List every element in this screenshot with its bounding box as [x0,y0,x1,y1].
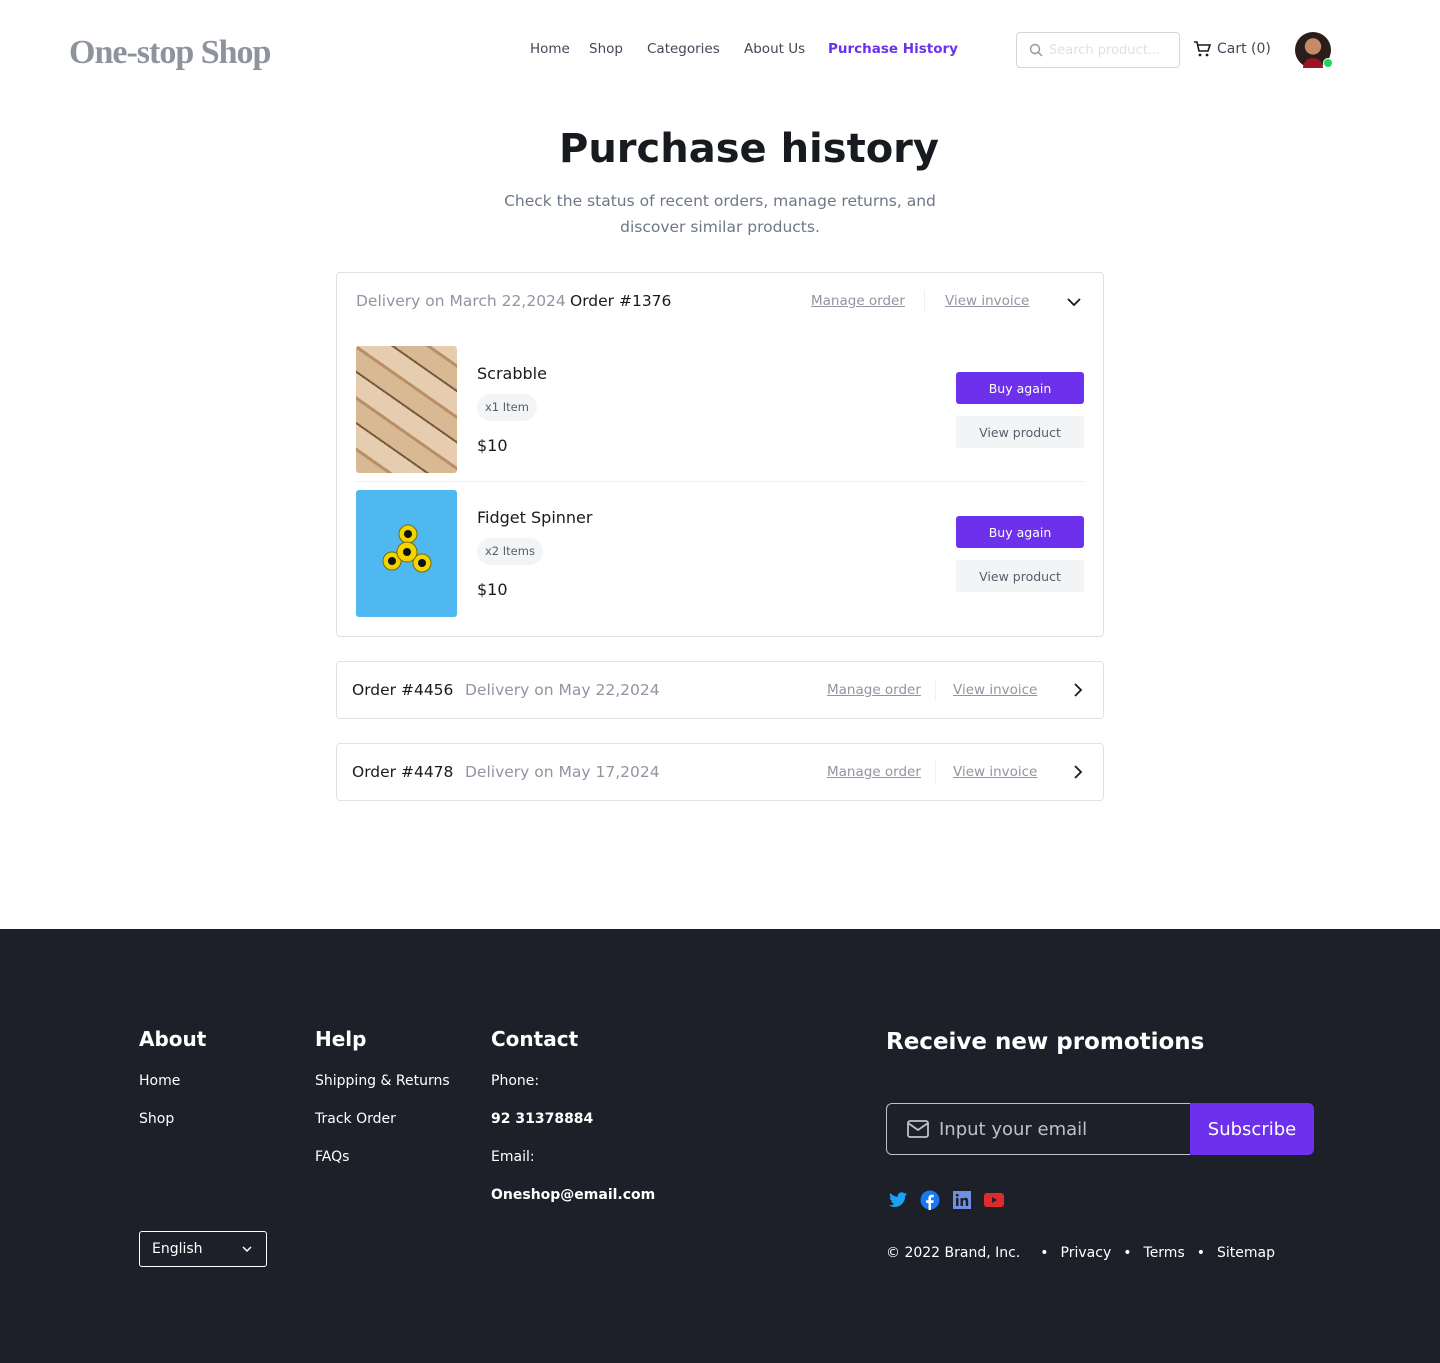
footer-contact-title: Contact [491,1027,579,1051]
language-value: English [152,1241,203,1257]
mail-icon [907,1120,929,1138]
twitter-icon[interactable] [888,1190,908,1210]
search-icon [1029,43,1043,57]
footer: About Home Shop Help Shipping & Returns … [0,929,1440,1363]
chevron-right-icon[interactable] [1069,763,1087,781]
chevron-right-icon[interactable] [1069,681,1087,699]
product-name[interactable]: Scrabble [477,364,547,383]
footer-link-shop[interactable]: Shop [139,1111,174,1127]
email-input[interactable]: Input your email [886,1103,1190,1155]
nav-about[interactable]: About Us [744,41,805,57]
chevron-down-icon [242,1246,252,1253]
divider [935,679,936,701]
manage-order-link[interactable]: Manage order [811,293,905,309]
cart-label: Cart (0) [1217,41,1271,57]
delivery-date: Delivery on May 17,2024 [465,763,660,781]
avatar[interactable] [1295,32,1333,68]
bullet: • [1040,1245,1049,1261]
quantity-badge: x2 Items [477,538,543,565]
promo-title: Receive new promotions [886,1029,1205,1055]
footer-link-shipping[interactable]: Shipping & Returns [315,1073,450,1089]
footer-link-faqs[interactable]: FAQs [315,1149,349,1165]
delivery-date: Delivery on March 22,2024 [356,292,566,310]
product-image-fidget-spinner[interactable] [356,490,457,617]
nav-purchase-history[interactable]: Purchase History [828,41,958,57]
linkedin-icon[interactable] [952,1190,972,1210]
order-card[interactable]: Order #4456 Delivery on May 22,2024 Mana… [336,661,1104,719]
footer-bottom: © 2022 Brand, Inc. • Privacy • Terms • S… [886,1245,1275,1261]
delivery-date: Delivery on May 22,2024 [465,681,660,699]
order-number: Order #1376 [570,292,672,310]
divider [924,290,925,312]
language-select[interactable]: English [139,1231,267,1267]
footer-link-track-order[interactable]: Track Order [315,1111,396,1127]
footer-link-privacy[interactable]: Privacy [1061,1245,1112,1261]
divider [935,761,936,783]
view-invoice-link[interactable]: View invoice [953,764,1037,780]
product-price: $10 [477,436,508,455]
subscribe-form: Input your email Subscribe [886,1103,1314,1155]
product-image-scrabble[interactable] [356,346,457,473]
manage-order-link[interactable]: Manage order [827,682,921,698]
view-product-button[interactable]: View product [956,560,1084,592]
nav-categories[interactable]: Categories [647,41,720,57]
order-number: Order #4478 [352,763,454,781]
order-card: Delivery on March 22,2024 Order #1376 Ma… [336,272,1104,637]
email-label: Email: [491,1149,535,1165]
cart-button[interactable]: Cart (0) [1193,40,1271,58]
order-card[interactable]: Order #4478 Delivery on May 17,2024 Mana… [336,743,1104,801]
logo[interactable]: One-stop Shop [69,34,271,72]
footer-help-title: Help [315,1027,367,1051]
email-placeholder: Input your email [939,1118,1088,1140]
nav-home[interactable]: Home [530,41,570,57]
view-product-button[interactable]: View product [956,416,1084,448]
view-invoice-link[interactable]: View invoice [953,682,1037,698]
manage-order-link[interactable]: Manage order [827,764,921,780]
youtube-icon[interactable] [984,1190,1004,1210]
product-name[interactable]: Fidget Spinner [477,508,592,527]
phone-label: Phone: [491,1073,540,1089]
facebook-icon[interactable] [920,1190,940,1210]
email-address[interactable]: Oneshop@email.com [491,1187,655,1203]
search-input[interactable] [1049,42,1169,58]
page-subtitle: Check the status of recent orders, manag… [504,192,936,236]
footer-about-title: About [139,1027,207,1051]
buy-again-button[interactable]: Buy again [956,516,1084,548]
view-invoice-link[interactable]: View invoice [945,293,1029,309]
order-number: Order #4456 [352,681,454,699]
phone-number: 92 31378884 [491,1111,594,1127]
social-links [888,1190,1004,1210]
chevron-down-icon[interactable] [1065,293,1083,311]
buy-again-button[interactable]: Buy again [956,372,1084,404]
footer-link-sitemap[interactable]: Sitemap [1217,1245,1275,1261]
bullet: • [1123,1245,1132,1261]
bullet: • [1196,1245,1206,1261]
quantity-badge: x1 Item [477,394,537,421]
search-box [1016,32,1180,68]
nav-shop[interactable]: Shop [589,41,623,57]
page-title: Purchase history [559,126,939,172]
online-status-indicator [1323,58,1333,68]
cart-icon [1194,41,1211,57]
item-divider [356,481,1085,482]
subscribe-button[interactable]: Subscribe [1190,1103,1314,1155]
product-price: $10 [477,580,508,599]
footer-link-home[interactable]: Home [139,1073,180,1089]
footer-link-terms[interactable]: Terms [1144,1245,1185,1261]
copyright: © 2022 Brand, Inc. [886,1245,1021,1261]
